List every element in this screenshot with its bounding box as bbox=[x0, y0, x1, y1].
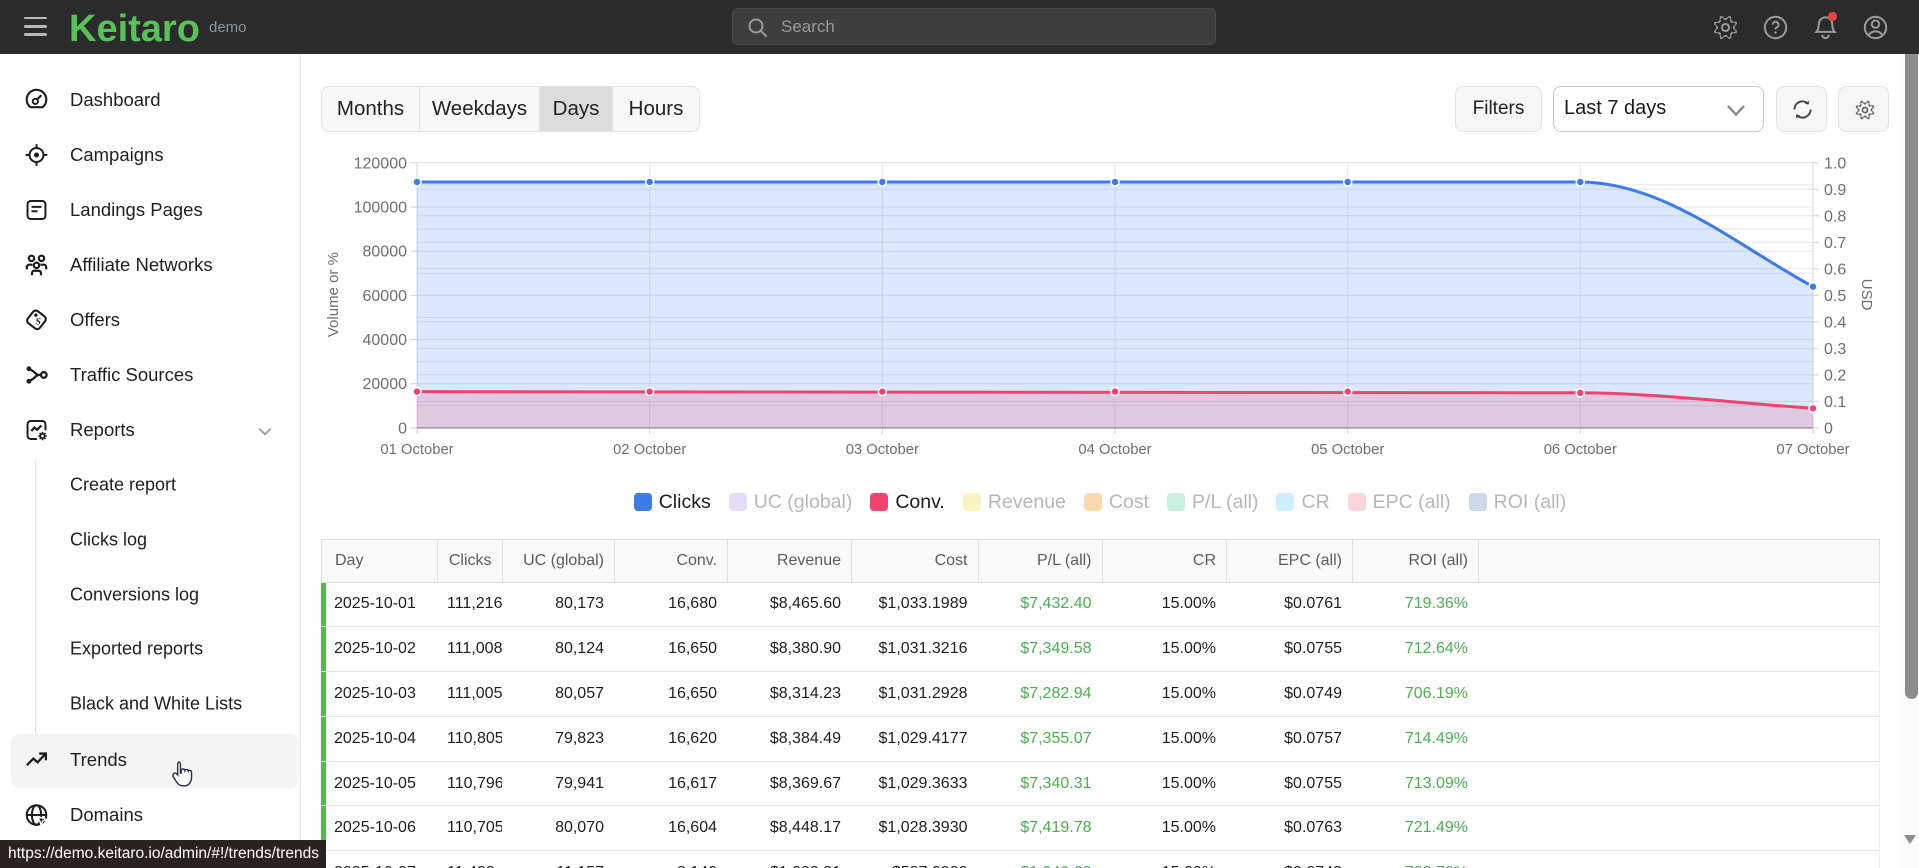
svg-text:0: 0 bbox=[398, 420, 407, 437]
svg-text:100000: 100000 bbox=[354, 200, 407, 217]
svg-text:0.1: 0.1 bbox=[1824, 394, 1846, 411]
svg-text:0.6: 0.6 bbox=[1824, 261, 1846, 278]
svg-text:0: 0 bbox=[1824, 420, 1833, 437]
svg-text:04 October: 04 October bbox=[1078, 442, 1151, 458]
svg-text:06 October: 06 October bbox=[1544, 442, 1617, 458]
svg-text:0.3: 0.3 bbox=[1824, 341, 1846, 358]
svg-text:05 October: 05 October bbox=[1311, 442, 1384, 458]
svg-text:1.0: 1.0 bbox=[1824, 155, 1846, 172]
svg-text:Volume or %: Volume or % bbox=[325, 252, 342, 337]
svg-text:0.4: 0.4 bbox=[1824, 314, 1846, 331]
svg-text:USD: USD bbox=[1858, 279, 1875, 311]
svg-text:120000: 120000 bbox=[354, 155, 407, 172]
svg-text:0.9: 0.9 bbox=[1824, 182, 1846, 199]
svg-text:0.5: 0.5 bbox=[1824, 288, 1846, 305]
svg-text:03 October: 03 October bbox=[846, 442, 919, 458]
svg-text:80000: 80000 bbox=[363, 244, 408, 261]
svg-text:0.2: 0.2 bbox=[1824, 367, 1846, 384]
svg-text:20000: 20000 bbox=[363, 376, 408, 393]
svg-text:0.8: 0.8 bbox=[1824, 208, 1846, 225]
svg-text:01 October: 01 October bbox=[380, 442, 453, 458]
svg-text:40000: 40000 bbox=[363, 332, 408, 349]
svg-text:60000: 60000 bbox=[363, 288, 408, 305]
svg-text:02 October: 02 October bbox=[613, 442, 686, 458]
svg-text:0.7: 0.7 bbox=[1824, 235, 1846, 252]
svg-text:07 October: 07 October bbox=[1776, 442, 1849, 458]
